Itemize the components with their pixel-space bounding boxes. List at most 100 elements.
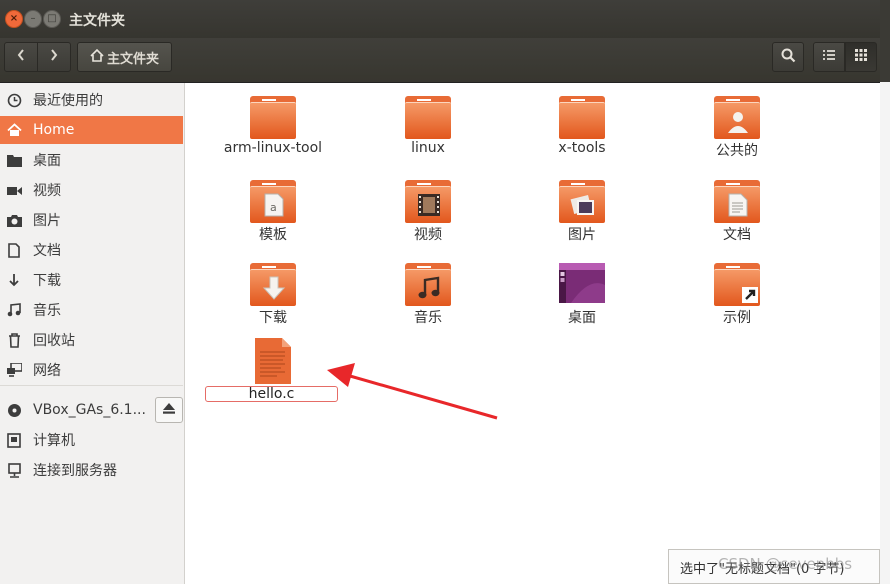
link-icon [738, 281, 764, 307]
file-item-x-tools[interactable]: x-tools [507, 96, 657, 156]
path-bar-label: 主文件夹 [106, 51, 159, 67]
file-label: 公共的 [716, 143, 758, 159]
search-button[interactable] [772, 42, 804, 72]
music-icon [6, 303, 22, 317]
sidebar-item-label: 图片 [33, 213, 61, 229]
minimize-window-button[interactable]: – [24, 10, 42, 28]
folder-icon [405, 96, 451, 139]
sidebar-item-connect-server[interactable]: 连接到服务器 [0, 456, 183, 484]
sidebar-item-trash[interactable]: 回收站 [0, 326, 183, 354]
sidebar-item-music[interactable]: 音乐 [0, 296, 183, 324]
file-item-videos[interactable]: 视频 [353, 180, 503, 244]
sidebar-item-label: 视频 [33, 183, 61, 199]
grid-view-icon [855, 49, 867, 65]
file-label: 视频 [414, 227, 442, 243]
file-item-pictures[interactable]: 图片 [507, 180, 657, 244]
disc-icon [6, 403, 22, 418]
sidebar-item-label: 连接到服务器 [33, 463, 117, 479]
sidebar-item-desktop[interactable]: 桌面 [0, 146, 183, 174]
download-icon [261, 275, 287, 301]
camera-icon [6, 214, 22, 227]
film-icon [416, 192, 442, 218]
window-title: 主文件夹 [69, 13, 125, 29]
sidebar-item-label: 桌面 [33, 153, 61, 169]
public-folder-icon [714, 96, 760, 139]
file-item-documents[interactable]: 文档 [662, 180, 812, 244]
sidebar-item-network[interactable]: 网络 [0, 356, 183, 384]
sidebar-item-computer[interactable]: 计算机 [0, 426, 183, 454]
list-view-button[interactable] [813, 42, 845, 72]
sidebar-item-home[interactable]: Home [0, 116, 183, 144]
music-icon [416, 275, 442, 301]
file-item-hello-c[interactable] [198, 338, 348, 384]
file-label: 图片 [568, 227, 596, 243]
chevron-right-icon [49, 48, 59, 66]
sidebar-item-videos[interactable]: 视频 [0, 176, 183, 204]
file-item-public[interactable]: 公共的 [662, 96, 812, 160]
videos-folder-icon [405, 180, 451, 223]
text-file-icon [255, 338, 291, 384]
person-icon [725, 108, 751, 134]
templates-folder-icon: a [250, 180, 296, 223]
downloads-folder-icon [250, 263, 296, 306]
computer-icon [6, 432, 22, 448]
file-label: 示例 [723, 310, 751, 326]
list-view-icon [822, 49, 836, 65]
search-icon [781, 48, 796, 67]
toolbar: 主文件夹 [0, 38, 880, 83]
sidebar-item-recent[interactable]: 最近使用的 [0, 86, 183, 114]
file-item-downloads[interactable]: 下载 [198, 263, 348, 327]
sidebar-item-pictures[interactable]: 图片 [0, 206, 183, 234]
file-item-templates[interactable]: a 模板 [198, 180, 348, 244]
sidebar-item-label: 下载 [33, 273, 61, 289]
sidebar-item-label: 音乐 [33, 303, 61, 319]
trash-icon [6, 332, 22, 348]
grid-view-button[interactable] [845, 42, 877, 72]
folder-icon [250, 96, 296, 139]
sidebar-item-downloads[interactable]: 下载 [0, 266, 183, 294]
sidebar-item-documents[interactable]: 文档 [0, 236, 183, 264]
file-item-examples[interactable]: 示例 [662, 263, 812, 327]
desktop-icon [559, 263, 605, 305]
path-bar-home-button[interactable]: 主文件夹 [77, 42, 172, 72]
music-folder-icon [405, 263, 451, 306]
document-icon [6, 242, 22, 258]
photo-icon [570, 192, 596, 218]
network-icon [6, 363, 22, 377]
file-label: x-tools [558, 140, 606, 156]
maximize-window-button[interactable]: □ [43, 10, 61, 28]
file-item-arm-linux-tool[interactable]: arm-linux-tool [198, 96, 348, 156]
eject-button[interactable] [155, 397, 183, 423]
documents-folder-icon [714, 180, 760, 223]
rename-field[interactable]: hello.c [205, 386, 338, 402]
title-bar: × – □ 主文件夹 [0, 0, 880, 38]
file-item-music[interactable]: 音乐 [353, 263, 503, 327]
examples-folder-icon [714, 263, 760, 306]
file-label: arm-linux-tool [223, 140, 323, 156]
sidebar-item-label: 最近使用的 [33, 93, 103, 109]
folder-icon [6, 154, 22, 167]
close-window-button[interactable]: × [5, 10, 23, 28]
file-label: 模板 [259, 227, 287, 243]
sidebar-item-vbox-disc[interactable]: VBox_GAs_6.1... [0, 396, 183, 424]
file-label: 文档 [723, 227, 751, 243]
home-icon [90, 48, 104, 66]
file-label: 桌面 [568, 310, 596, 326]
sidebar-item-label: VBox_GAs_6.1... [33, 402, 146, 418]
file-label: 下载 [259, 310, 287, 326]
background-edge [880, 0, 890, 584]
file-grid: arm-linux-tool linux x-tools 公共的 a 模板 视频… [185, 83, 880, 584]
back-button[interactable] [4, 42, 38, 72]
watermark: CSDN @sevenbbs [718, 555, 853, 573]
sidebar-item-label: Home [33, 122, 75, 138]
eject-icon [163, 402, 175, 418]
file-label: 音乐 [414, 310, 442, 326]
sidebar: 最近使用的 Home 桌面 视频 图片 文档 下载 音乐 回收站 网络 VBox… [0, 83, 185, 584]
server-icon [6, 462, 22, 478]
video-icon [6, 185, 22, 196]
file-item-desktop[interactable]: 桌面 [507, 263, 657, 327]
forward-button[interactable] [37, 42, 71, 72]
sidebar-item-label: 回收站 [33, 333, 75, 349]
file-item-linux[interactable]: linux [353, 96, 503, 156]
clock-icon [6, 93, 22, 108]
